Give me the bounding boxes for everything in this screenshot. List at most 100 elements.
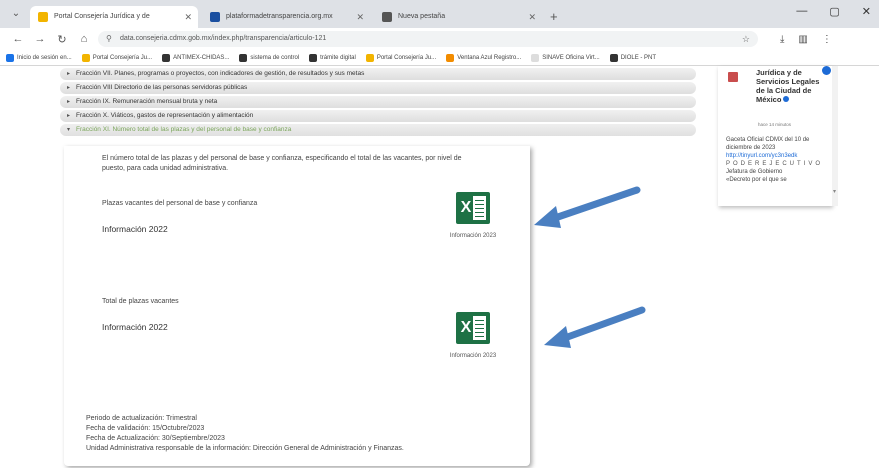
expand-arrow-icon: ▸ [67, 71, 71, 77]
extensions-icon[interactable]: ⋮ [822, 34, 832, 45]
fraccion-xi-panel: El número total de las plazas y del pers… [64, 146, 530, 466]
favicon-icon [382, 12, 392, 22]
panel-description: El número total de las plazas y del pers… [102, 155, 462, 172]
tab-close-icon[interactable]: ✕ [184, 6, 192, 28]
verified-badge-icon [822, 66, 831, 75]
reload-icon[interactable]: ↻ [54, 33, 70, 46]
post-time: hace 14 minutos [758, 122, 792, 127]
close-window-icon[interactable]: ✕ [862, 5, 871, 18]
expand-arrow-icon: ▸ [67, 113, 71, 119]
accordion-item-fraccion-xi[interactable]: ▾ Fracción XI. Número total de las plazas… [60, 124, 696, 136]
tab-close-icon[interactable]: ✕ [528, 6, 536, 28]
window-controls: — ▢ ✕ [796, 5, 871, 18]
minimize-icon[interactable]: — [796, 5, 807, 18]
expand-arrow-icon: ▸ [67, 85, 71, 91]
bookmark-favicon-icon [446, 53, 455, 62]
bookmark-label: ANTIMEX-CHIDAS... [173, 54, 230, 61]
bookmark-label: Portal Consejería Ju... [376, 54, 437, 61]
accordion-label: Fracción VIII Directorio de las personas… [76, 84, 248, 91]
bookmark-label: DIOLE - PNT [620, 54, 657, 61]
favicon-icon [38, 12, 48, 22]
address-bar[interactable]: ⚲ data.consejeria.cdmx.gob.mx/index.php/… [98, 31, 758, 47]
post-line: PODEREJECUTIVO [726, 161, 824, 167]
forward-icon[interactable]: → [32, 33, 48, 45]
bookmarks-bar: Inicio de sesión en... Portal Consejería… [0, 50, 879, 66]
bookmark-item[interactable]: SINAVE Oficina Virt... [531, 53, 600, 62]
scroll-down-icon[interactable]: ▾ [833, 188, 837, 198]
bookmark-favicon-icon [239, 53, 248, 62]
info-2022-link[interactable]: Información 2022 [102, 322, 168, 332]
info-2022-link[interactable]: Información 2022 [102, 224, 168, 234]
accordion-item-fraccion-ix[interactable]: ▸ Fracción IX. Remuneración mensual bruta… [60, 96, 696, 108]
expand-arrow-icon: ▸ [67, 99, 71, 105]
bookmark-favicon-icon [309, 53, 318, 62]
social-feed-widget: Jurídica y de Servicios Legales de la Ci… [718, 66, 832, 206]
bookmark-item[interactable]: DIOLE - PNT [609, 53, 657, 62]
excel-sheet-shape [473, 316, 486, 340]
post-line: «Decreto por el que se [726, 177, 787, 183]
excel-file-icon[interactable]: X [456, 192, 490, 224]
bookmark-item[interactable]: Portal Consejería Ju... [365, 53, 437, 62]
accordion-label: Fracción VII. Planes, programas o proyec… [76, 70, 365, 77]
bookmark-label: Inicio de sesión en... [17, 54, 72, 61]
bookmark-item[interactable]: Ventana Azul Registro... [446, 53, 522, 62]
home-icon[interactable]: ⌂ [76, 33, 92, 45]
feed-account-name[interactable]: Jurídica y de Servicios Legales de la Ci… [756, 68, 820, 104]
bookmark-favicon-icon [6, 53, 14, 62]
fraction-accordion: ▸ Fracción VII. Planes, programas o proye… [60, 68, 696, 138]
site-info-icon[interactable]: ⚲ [106, 31, 112, 47]
validation-date: Fecha de validación: 15/Octubre/2023 [86, 425, 205, 432]
accordion-item-fraccion-x[interactable]: ▸ Fracción X. Viáticos, gastos de represe… [60, 110, 696, 122]
accordion-item-fraccion-vii[interactable]: ▸ Fracción VII. Planes, programas o proye… [60, 68, 696, 80]
verified-icon [783, 96, 790, 102]
bookmark-favicon-icon [365, 53, 374, 62]
browser-tab-2[interactable]: plataformadetransparencia.org.mx ✕ [202, 6, 370, 28]
bookmark-favicon-icon [81, 53, 90, 62]
tab-close-icon[interactable]: ✕ [356, 6, 364, 28]
new-tab-icon[interactable]: + [550, 6, 558, 28]
maximize-icon[interactable]: ▢ [829, 5, 839, 18]
accordion-label: Fracción IX. Remuneración mensual bruta … [76, 98, 218, 105]
browser-toolbar: ← → ↻ ⌂ ⚲ data.consejeria.cdmx.gob.mx/in… [0, 28, 879, 50]
update-info: Periodo de actualización: Trimestral Fec… [86, 414, 526, 454]
accordion-label: Fracción X. Viáticos, gastos de represen… [76, 112, 254, 119]
tab-search-icon[interactable]: ⌄ [8, 6, 24, 22]
post-line: Gaceta Oficial CDMX del 10 de diciembre … [726, 137, 810, 151]
tab-title: Portal Consejería Jurídica y de [54, 13, 150, 20]
update-period: Periodo de actualización: Trimestral [86, 415, 197, 422]
bookmark-item[interactable]: ANTIMEX-CHIDAS... [162, 53, 230, 62]
download-icon[interactable]: ⤓ [780, 34, 784, 45]
bookmark-item[interactable]: sistema de control [239, 53, 300, 62]
excel-file-icon[interactable]: X [456, 312, 490, 344]
page-content: ▸ Fracción VII. Planes, programas o proye… [0, 66, 879, 468]
bookmark-item[interactable]: Portal Consejería Ju... [81, 53, 152, 62]
section-label: Total de plazas vacantes [102, 298, 179, 305]
excel-file-caption[interactable]: Información 2023 [448, 232, 498, 240]
bookmark-label: sistema de control [250, 54, 300, 61]
bookmark-star-icon[interactable]: ☆ [742, 31, 750, 47]
bookmark-label: trámite digital [320, 54, 356, 61]
bookmark-favicon-icon [162, 53, 171, 62]
bookmark-item[interactable]: Inicio de sesión en... [6, 53, 72, 62]
post-link[interactable]: http://tinyurl.com/yc3n3edk [726, 152, 830, 160]
accordion-item-fraccion-viii[interactable]: ▸ Fracción VIII Directorio de las persona… [60, 82, 696, 94]
update-date: Fecha de Actualización: 30/Septiembre/20… [86, 435, 225, 442]
excel-file-caption[interactable]: Información 2023 [448, 352, 498, 360]
toolbar-actions: ⤓ ▥ ⋮ [780, 34, 832, 45]
excel-x-glyph: X [460, 199, 472, 216]
tab-title: Nueva pestaña [398, 13, 446, 20]
bookmark-label: Ventana Azul Registro... [457, 54, 522, 61]
tab-title: plataformadetransparencia.org.mx [226, 13, 333, 20]
bookmark-item[interactable]: trámite digital [309, 53, 356, 62]
bookmark-label: SINAVE Oficina Virt... [542, 54, 600, 61]
back-icon[interactable]: ← [10, 33, 26, 45]
collapse-arrow-icon: ▾ [67, 127, 71, 133]
feed-scrollbar[interactable]: ▾ [832, 66, 838, 206]
sidebar-icon[interactable]: ▥ [798, 34, 807, 45]
browser-tab-3[interactable]: Nueva pestaña ✕ [374, 6, 542, 28]
browser-tab-1[interactable]: Portal Consejería Jurídica y de ✕ [30, 6, 198, 28]
browser-tab-bar: ⌄ Portal Consejería Jurídica y de ✕ plat… [0, 0, 879, 28]
bookmark-favicon-icon [609, 53, 618, 62]
accordion-label: Fracción XI. Número total de las plazas … [76, 126, 292, 133]
post-line: Jefatura de Gobierno [726, 169, 783, 175]
